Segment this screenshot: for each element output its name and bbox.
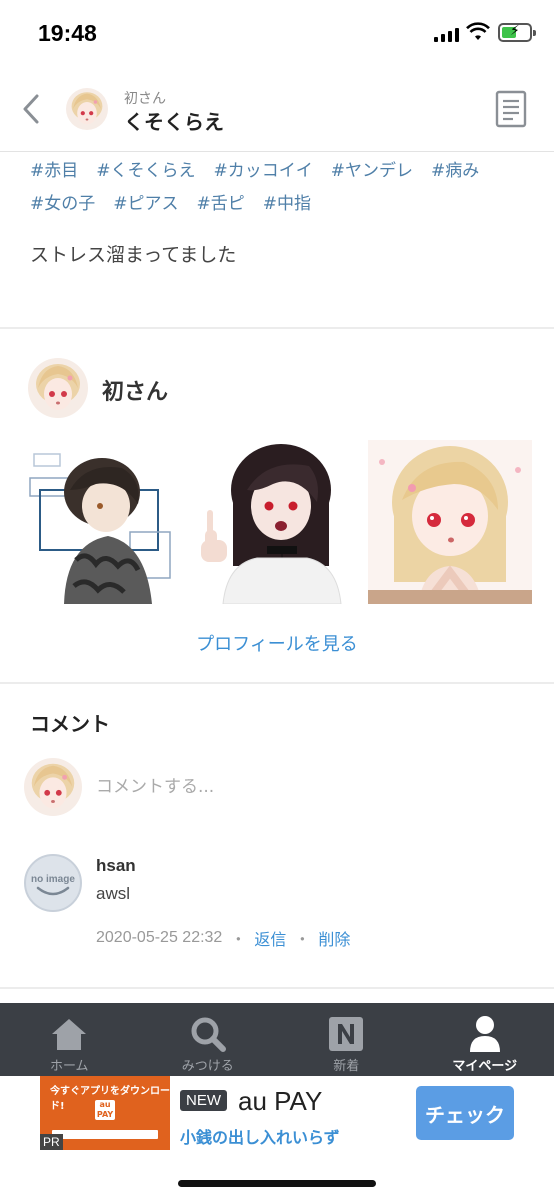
pr-label: PR <box>40 1134 63 1150</box>
tag-list: #赤目 #くそくらえ #カッコイイ #ヤンデレ #病み #女の子 #ピアス #舌… <box>30 152 530 218</box>
au-logo-icon: au PAY <box>95 1100 115 1120</box>
tag[interactable]: #病み <box>431 156 479 181</box>
artwork-thumbnail[interactable] <box>26 440 190 604</box>
header-subtitle: 初さん <box>124 91 166 107</box>
ad-brand: au PAY <box>238 1086 323 1116</box>
back-icon[interactable] <box>18 92 46 126</box>
profile-avatar[interactable] <box>28 358 88 418</box>
tab-label: マイページ <box>452 1059 518 1074</box>
tag-row: #赤目 #くそくらえ #カッコイイ #ヤンデレ #病み <box>30 152 530 185</box>
header-avatar[interactable] <box>66 88 108 130</box>
divider <box>0 327 554 329</box>
signal-icon <box>434 26 459 42</box>
comment-input[interactable] <box>96 772 516 802</box>
divider <box>0 987 554 989</box>
comment-meta: 2020-05-25 22:32 ・ 返信 ・ 削除 <box>96 926 350 950</box>
search-icon <box>189 1015 227 1053</box>
ad-image-bar <box>52 1130 158 1139</box>
page-title: くそくらえ <box>124 110 224 134</box>
tab-mypage[interactable]: マイページ <box>416 1003 554 1076</box>
tag[interactable]: #ピアス <box>113 189 178 214</box>
tag[interactable]: #女の子 <box>30 189 95 214</box>
comment-timestamp: 2020-05-25 22:32 <box>96 929 223 946</box>
document-icon[interactable] <box>494 90 528 128</box>
separator-dot: ・ <box>294 932 311 949</box>
post-caption: ストレス溜まってました <box>30 244 237 266</box>
battery-icon: ⚡ <box>498 23 536 42</box>
tab-label: 新着 <box>333 1059 360 1074</box>
comment-text: awsl <box>96 884 131 903</box>
home-indicator <box>178 1180 376 1187</box>
new-icon <box>327 1015 365 1053</box>
svg-text:no image: no image <box>31 874 75 885</box>
tag[interactable]: #舌ピ <box>197 189 245 214</box>
tab-new[interactable]: 新着 <box>277 1003 416 1076</box>
comment-username[interactable]: hsan <box>96 856 136 876</box>
separator-dot: ・ <box>230 932 247 949</box>
ad-image[interactable]: 今すぐアプリをダウンロード! au PAY PR <box>40 1076 170 1150</box>
reply-link[interactable]: 返信 <box>254 926 286 950</box>
status-bar: 19:48 ⚡ <box>0 0 554 70</box>
ad-tagline: 小銭の出し入れいらず <box>180 1128 340 1147</box>
status-time: 19:48 <box>38 20 97 46</box>
tag[interactable]: #くそくらえ <box>96 156 195 181</box>
comments-heading: コメント <box>30 712 110 736</box>
tab-label: ホーム <box>49 1059 89 1074</box>
header: 初さん くそくらえ <box>0 70 554 152</box>
divider <box>0 682 554 684</box>
artwork-thumbnails <box>26 440 532 604</box>
tab-bar: ホーム みつける 新着 マイページ <box>0 1003 554 1076</box>
tag-row: #女の子 #ピアス #舌ピ #中指 <box>30 185 530 218</box>
person-icon <box>466 1015 504 1053</box>
tag[interactable]: #中指 <box>263 189 311 214</box>
ad-check-button[interactable]: チェック <box>416 1086 514 1140</box>
artwork-thumbnail[interactable] <box>368 440 532 604</box>
home-icon <box>50 1015 88 1053</box>
tab-home[interactable]: ホーム <box>0 1003 139 1076</box>
no-image-avatar[interactable]: no image <box>24 854 82 912</box>
ad-banner[interactable]: 今すぐアプリをダウンロード! au PAY PR NEW au PAY 小銭の出し… <box>0 1076 554 1156</box>
tab-search[interactable]: みつける <box>139 1003 278 1076</box>
my-avatar <box>24 758 82 816</box>
view-profile-link[interactable]: プロフィールを見る <box>0 630 554 656</box>
tag[interactable]: #カッコイイ <box>214 156 313 181</box>
delete-link[interactable]: 削除 <box>318 926 350 950</box>
profile-name[interactable]: 初さん <box>102 374 168 406</box>
wifi-icon <box>466 22 490 40</box>
new-badge: NEW <box>180 1090 227 1111</box>
tag[interactable]: #赤目 <box>30 156 78 181</box>
tab-label: みつける <box>181 1059 234 1074</box>
artwork-thumbnail[interactable] <box>197 440 361 604</box>
tag[interactable]: #ヤンデレ <box>331 156 413 181</box>
